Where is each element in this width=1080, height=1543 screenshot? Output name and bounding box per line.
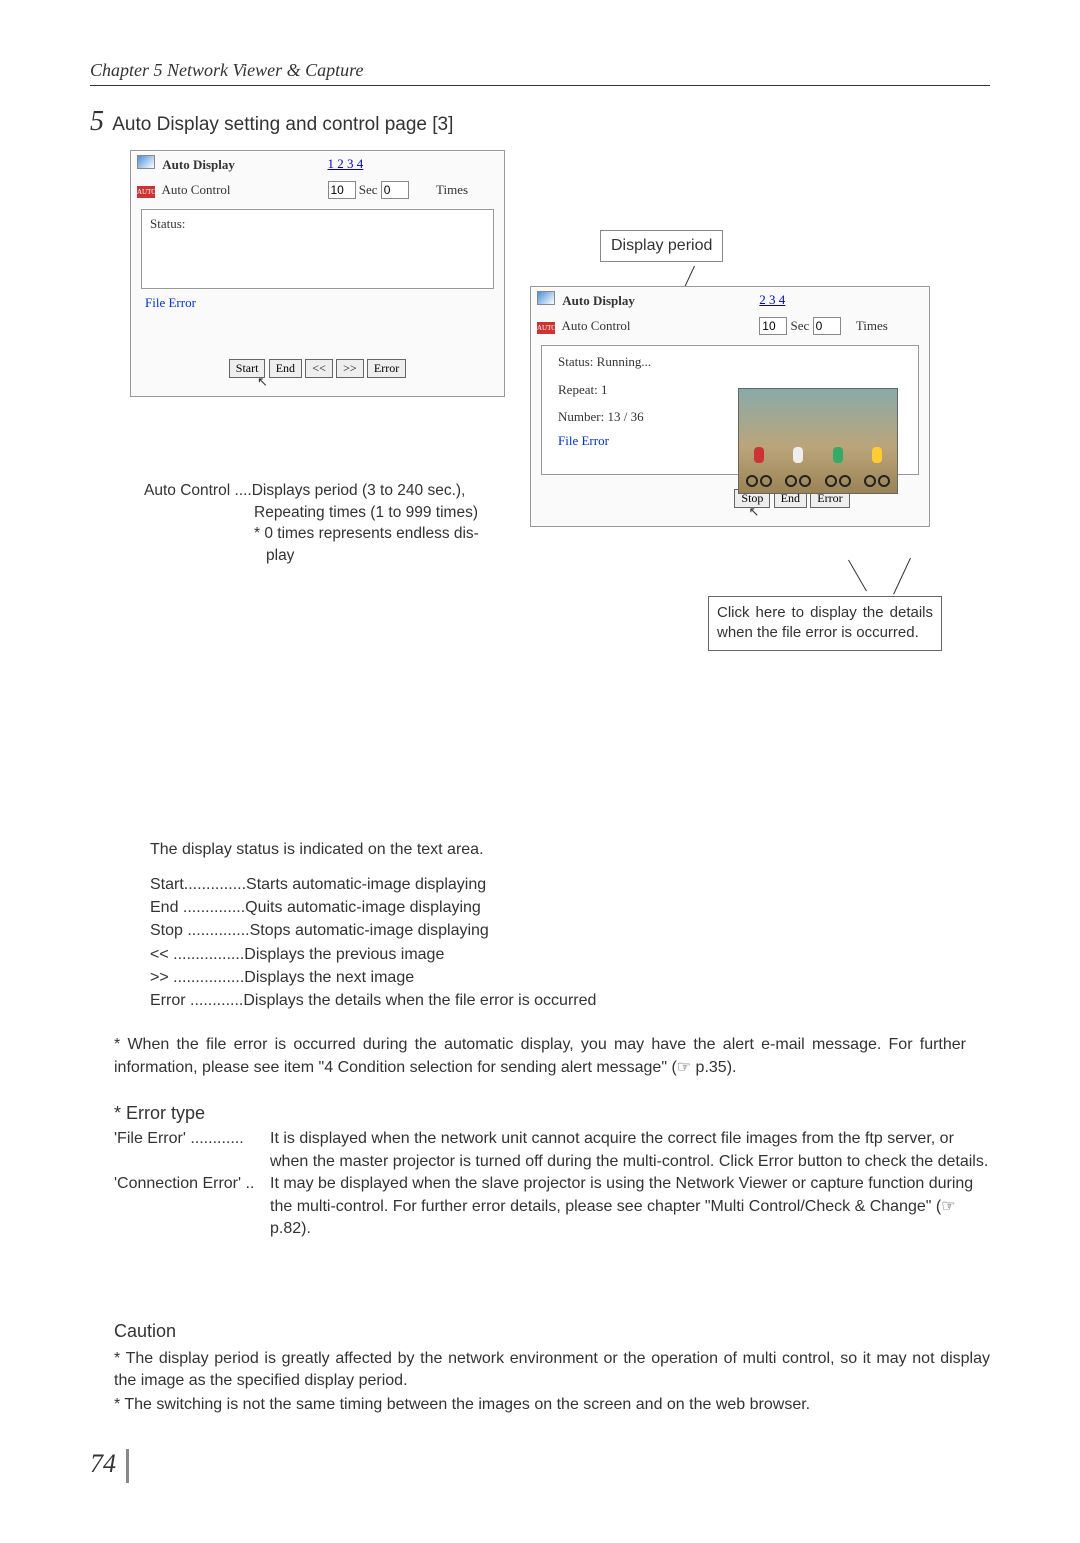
- footnote-alert-email: * When the file error is occurred during…: [114, 1034, 966, 1079]
- times-label: Times: [856, 318, 888, 333]
- cursor-icon: ↖: [585, 504, 923, 520]
- cyclist-icon: [825, 447, 851, 487]
- step-number: 5: [90, 106, 104, 137]
- slideshow-preview-image: [738, 388, 898, 494]
- def-line: * 0 times represents endless dis-: [254, 523, 524, 545]
- end-button[interactable]: End: [269, 359, 302, 378]
- seconds-input[interactable]: [759, 317, 787, 335]
- cyclist-icon: [746, 447, 772, 487]
- error-label: 'Connection Error' ..: [114, 1173, 254, 1195]
- page-link-label[interactable]: 2 3 4: [759, 292, 785, 307]
- error-type-title: * Error type: [114, 1103, 990, 1124]
- status-box-running: Status: Running... Repeat: 1 Number: 13 …: [541, 345, 919, 475]
- error-button[interactable]: Error: [367, 359, 406, 378]
- error-click-callout: Click here to display the details when t…: [708, 596, 942, 651]
- error-label: 'File Error' ............: [114, 1128, 244, 1150]
- def-row: Start..............Starts automatic-imag…: [150, 873, 990, 896]
- caution-section: Caution * The display period is greatly …: [114, 1321, 990, 1417]
- auto-display-panel-paused: Auto Display 1 2 3 4 AUTO Auto Control S…: [130, 150, 505, 397]
- error-type-section: * Error type 'File Error' ............ I…: [114, 1103, 990, 1241]
- status-box: Status:: [141, 209, 494, 289]
- times-input[interactable]: [813, 317, 841, 335]
- seconds-label: Sec: [791, 318, 810, 333]
- chapter-title: Chapter 5 Network Viewer & Capture: [90, 60, 990, 86]
- prev-button[interactable]: <<: [305, 359, 333, 378]
- def-line: Repeating times (1 to 999 times): [254, 502, 524, 524]
- panel-title: Auto Display: [562, 293, 635, 308]
- display-period-callout: Display period: [600, 230, 723, 262]
- seconds-input[interactable]: [328, 181, 356, 199]
- page-number: 74: [90, 1449, 129, 1483]
- section-heading-text: Auto Display setting and control page [3…: [112, 114, 453, 135]
- page-links[interactable]: 1 2 3 4: [328, 156, 366, 172]
- def-row: Error ............Displays the details w…: [150, 989, 990, 1012]
- caution-line: * The display period is greatly affected…: [114, 1348, 990, 1393]
- auto-control-label: Auto Control: [162, 182, 231, 197]
- page-link-label[interactable]: 1 2 3 4: [328, 156, 364, 171]
- control-buttons: Start End << >> Error ↖: [131, 351, 504, 396]
- auto-control-label: Auto Control: [562, 318, 631, 333]
- error-description: It may be displayed when the slave proje…: [270, 1173, 990, 1240]
- auto-display-panel-running: Auto Display 2 3 4 AUTO Auto Control Sec…: [530, 286, 930, 527]
- panel-title: Auto Display: [162, 157, 235, 172]
- times-label: Times: [436, 182, 468, 197]
- status-note: The display status is indicated on the t…: [150, 841, 990, 859]
- status-running: Status: Running...: [558, 352, 910, 372]
- auto-display-icon: [537, 291, 555, 305]
- next-button[interactable]: >>: [336, 359, 364, 378]
- auto-control-icon: AUTO: [537, 322, 555, 334]
- times-input[interactable]: [381, 181, 409, 199]
- auto-control-definition: Auto Control ....Displays period (3 to 2…: [144, 480, 524, 567]
- cyclist-icon: [864, 447, 890, 487]
- cursor-icon: ↖: [27, 374, 498, 390]
- def-row: Stop ..............Stops automatic-image…: [150, 919, 990, 942]
- status-label: Status:: [150, 216, 185, 231]
- page-links[interactable]: 2 3 4: [759, 292, 787, 308]
- def-row: End ..............Quits automatic-image …: [150, 896, 990, 919]
- def-line: play: [266, 545, 524, 567]
- file-error-link[interactable]: File Error: [145, 295, 490, 311]
- def-row: << ................Displays the previous…: [150, 943, 990, 966]
- caution-title: Caution: [114, 1321, 990, 1342]
- caution-line: * The switching is not the same timing b…: [114, 1394, 990, 1416]
- button-definitions: Start..............Starts automatic-imag…: [150, 873, 990, 1012]
- auto-display-icon: [137, 155, 155, 169]
- def-line: Auto Control ....Displays period (3 to 2…: [144, 480, 524, 502]
- def-row: >> ................Displays the next ima…: [150, 966, 990, 989]
- file-error-def: 'File Error' ............ It is displaye…: [114, 1128, 990, 1173]
- cyclist-icon: [785, 447, 811, 487]
- section-heading: 5 Auto Display setting and control page …: [90, 106, 990, 138]
- auto-control-icon: AUTO: [137, 186, 155, 198]
- error-description: It is displayed when the network unit ca…: [270, 1128, 990, 1173]
- connection-error-def: 'Connection Error' .. It may be displaye…: [114, 1173, 990, 1241]
- seconds-label: Sec: [359, 182, 378, 197]
